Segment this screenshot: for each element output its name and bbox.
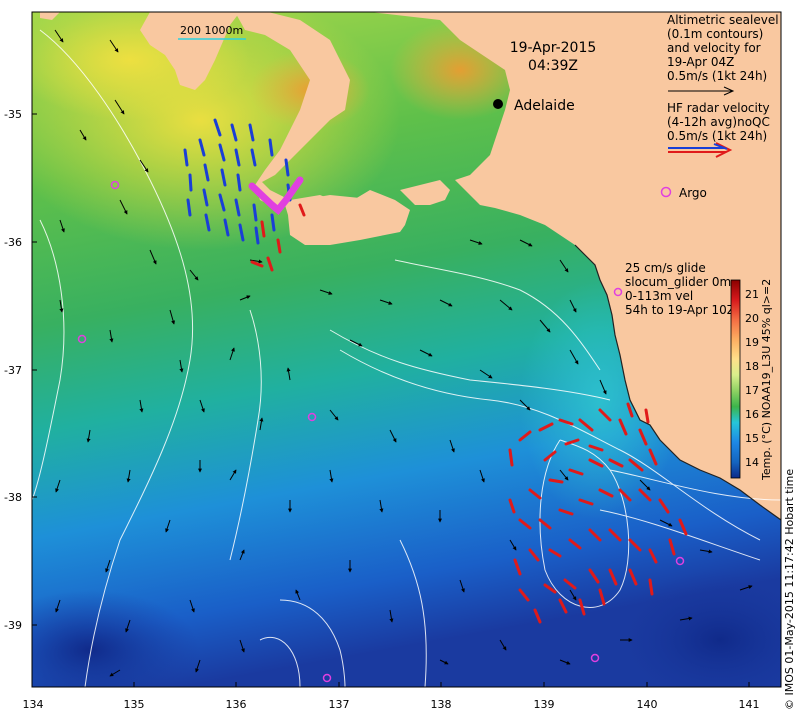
- adelaide-marker: [493, 99, 503, 109]
- lat-tick-label: -37: [4, 364, 22, 377]
- credit-label: © IMOS 01-May-2015 11:17:42 Hobart time: [783, 468, 796, 710]
- glider-legend-line: 0-113m vel: [625, 289, 693, 303]
- hf-radar-legend-line: HF radar velocity: [667, 101, 770, 115]
- adelaide-label: Adelaide: [514, 98, 575, 114]
- altimetry-legend-line: and velocity for: [667, 41, 761, 55]
- lon-tick-label: 134: [23, 698, 44, 711]
- lat-tick-label: -39: [4, 619, 22, 632]
- hf-radar-legend-line: 0.5m/s (1kt 24h): [667, 129, 767, 143]
- lon-tick-label: 141: [739, 698, 760, 711]
- colorbar-tick: 20: [745, 312, 759, 325]
- hf-radar-legend-line: (4-12h avg)noQC: [667, 115, 770, 129]
- colorbar: [730, 279, 741, 479]
- lon-tick-label: 140: [637, 698, 658, 711]
- map-time: 04:39Z: [528, 58, 578, 74]
- colorbar-tick: 19: [745, 336, 759, 349]
- colorbar-tick: 21: [745, 288, 759, 301]
- lon-tick-label: 137: [329, 698, 350, 711]
- altimetry-legend-line: 19-Apr 04Z: [667, 55, 734, 69]
- argo-legend-label: Argo: [679, 186, 707, 200]
- lat-tick-label: -35: [4, 108, 22, 121]
- altimetry-legend-line: Altimetric sealevel: [667, 13, 779, 27]
- map-plot-area: Adelaide 200 1000m 19-Apr-2015 04:39Z Al…: [32, 12, 781, 687]
- lat-tick-label: -36: [4, 236, 22, 249]
- colorbar-tick: 18: [745, 360, 759, 373]
- lon-tick-label: 138: [431, 698, 452, 711]
- lat-tick-label: -38: [4, 491, 22, 504]
- lon-tick-label: 139: [534, 698, 555, 711]
- lon-tick-label: 135: [124, 698, 145, 711]
- glider-legend-line: slocum_glider 0m: [625, 275, 731, 289]
- lon-tick-label: 136: [226, 698, 247, 711]
- glider-legend-line: 54h to 19-Apr 10Z: [625, 303, 735, 317]
- altimetry-legend-line: (0.1m contours): [667, 27, 763, 41]
- map-date: 19-Apr-2015: [510, 40, 597, 56]
- colorbar-tick: 17: [745, 384, 759, 397]
- scale-bar-label: 200 1000m: [180, 24, 243, 37]
- glider-legend-line: 25 cm/s glide: [625, 261, 706, 275]
- colorbar-tick: 14: [745, 456, 759, 469]
- colorbar-tick: 15: [745, 432, 759, 445]
- colorbar-tick: 16: [745, 408, 759, 421]
- altimetry-legend-line: 0.5m/s (1kt 24h): [667, 69, 767, 83]
- colorbar-label: Temp. (°C) NOAA19_L3U 45% ql>=2: [760, 279, 773, 481]
